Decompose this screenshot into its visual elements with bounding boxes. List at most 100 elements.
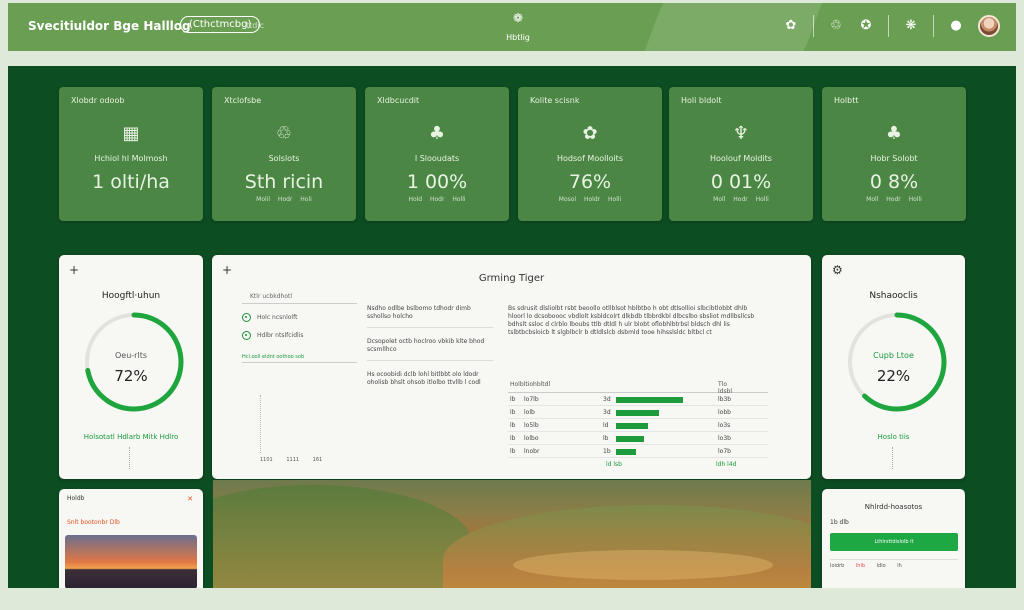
gauge-label: Oeu-rlts <box>115 351 147 360</box>
landscape-image <box>213 480 811 588</box>
settings-icon[interactable]: ❋ <box>903 18 919 34</box>
table-bar <box>616 449 636 455</box>
description-column: Nsdho odlbe bslbomo tdhodr dimb sshollso… <box>367 305 493 387</box>
help-icon[interactable]: ● <box>948 18 964 34</box>
stat-title: Xlobdr odoob <box>71 96 125 105</box>
data-table: Holbltiohbltdl Tlo ldsbl lb lo7lb 3d lb3b lb… <box>508 377 768 470</box>
flower-icon: ❁ <box>512 11 524 25</box>
stat-label: Hchiol hl Molmosh <box>94 154 168 163</box>
app-brand[interactable]: Svecitiuldor Bge Halllog <box>28 19 191 33</box>
stat-label: Hoolouf Moldits <box>710 154 772 163</box>
stat-value: 76% <box>568 171 612 193</box>
text-block: Nsdho odlbe bslbomo tdhodr dimb sshollso… <box>367 305 493 328</box>
user-avatar[interactable] <box>978 15 1000 37</box>
table-footer: ld lsb ldh l4d <box>606 461 737 468</box>
table-row[interactable]: lb lnobr 1b lo7b <box>508 445 768 458</box>
mini-chart-ticks: 1101 1111 161 <box>260 457 323 463</box>
stat-title: Holbtt <box>834 96 859 105</box>
gauge-ring <box>84 312 184 412</box>
stat-label: I Slooudats <box>414 154 460 163</box>
stat-title: Xldbcucdit <box>377 96 420 105</box>
globe-icon[interactable]: ✪ <box>858 18 874 34</box>
radio-icon[interactable] <box>242 313 251 322</box>
gauge-card-right: ⚙ Nshaooclis Cupb Ltoe 22% Hoslo tiis <box>822 255 965 479</box>
gauge-link[interactable]: Holsotatl Hdlarb Mitk Hdlro <box>59 433 203 441</box>
gauge-title: Hoogftl·uhun <box>101 291 161 301</box>
stat-title: Xtclofsbe <box>224 96 262 105</box>
stat-value: Sth ricin <box>244 171 324 193</box>
gauge-title: Nshaooclis <box>869 291 918 301</box>
notifications-title: Nhlrdd-hoasotos <box>864 503 923 511</box>
stat-card[interactable]: Xtclofsbe ♲ Solslots Sth ricin Molil Hod… <box>212 87 356 221</box>
axis <box>260 395 261 453</box>
options-list: Ktlr ucbkdhotl Holc ncsnlolft Hdlbr ntsl… <box>242 293 357 363</box>
table-bar <box>616 410 660 416</box>
stat-title: Holi bldolt <box>681 96 722 105</box>
table-row[interactable]: lb lolb 3d lobb <box>508 406 768 419</box>
stat-card[interactable]: Xldbcucdit ♣ I Slooudats 1 00% Hold Hodr… <box>365 87 509 221</box>
table-bar <box>616 423 648 429</box>
settings-icon[interactable]: ⚙ <box>832 263 843 277</box>
gauge-label: Cupb Ltoe <box>873 351 914 360</box>
center-nav-item[interactable]: ❁ Hbtlig <box>478 11 558 44</box>
divider <box>129 447 130 469</box>
stat-card[interactable]: Kolite scisnk ✿ Hodsof Moolloits 76% Mos… <box>518 87 662 221</box>
list-subheader: Hcl.ooll eldnt oothoo sob <box>242 354 357 363</box>
stat-value: 0 01% <box>710 171 772 193</box>
table-body: lb lo7lb 3d lb3b lb lolb 3d lobb lb lo5lb ld lo3s lb… <box>508 393 768 458</box>
stat-footer: Moll Hodr Holli <box>713 196 769 203</box>
stat-card[interactable]: Holi bldolt ♆ Hoolouf Moldits 0 01% Moll… <box>669 87 813 221</box>
card-title: Grming Tiger <box>478 273 545 284</box>
table-header: Holbltiohbltdl Tlo ldsbl <box>508 377 768 395</box>
divider <box>830 559 958 560</box>
gauge-card-left: + Hoogftl·uhun Oeu-rlts 72% Holsotatl Hd… <box>59 255 203 479</box>
sunset-image <box>65 535 197 588</box>
divider <box>888 15 889 37</box>
radio-icon[interactable] <box>242 331 251 340</box>
divider <box>892 447 893 469</box>
gauge-value: 22% <box>876 367 911 385</box>
notifications-count: 1b dlb <box>830 519 849 526</box>
divider <box>933 15 934 37</box>
stat-title: Kolite scisnk <box>530 96 580 105</box>
building-icon: ▦ <box>122 123 140 144</box>
brand-pill-subtext: ttdic <box>246 21 264 30</box>
divider <box>813 15 814 37</box>
close-icon[interactable]: ✕ <box>187 495 193 503</box>
add-icon[interactable]: + <box>69 263 79 277</box>
recycle-icon[interactable]: ♲ <box>828 18 844 34</box>
flower-icon: ✿ <box>582 123 598 144</box>
gauge-ring <box>847 312 947 412</box>
list-item[interactable]: Holc ncsnlolft <box>242 313 357 322</box>
mini-chart: 1101 1111 161 <box>260 395 345 463</box>
stat-value: 0 8% <box>869 171 919 193</box>
photo-card-subtitle: Snlt bootonbr Dlb <box>67 519 120 526</box>
stat-card[interactable]: Holbtt ♣ Hobr Solobt 0 8% Moll Hodr Holl… <box>822 87 966 221</box>
photo-card-title: Holdb <box>67 495 85 502</box>
notifications-card: Nhlrdd-hoasotos 1b dlb Lthlrsttdislolb l… <box>822 489 965 588</box>
plant-icon: ♆ <box>732 123 750 144</box>
gear-icon[interactable]: ✿ <box>783 18 799 34</box>
table-row[interactable]: lb lo7lb 3d lb3b <box>508 393 768 406</box>
stat-label: Solslots <box>268 154 300 163</box>
text-block: Dcsopolet octb hoclroo vbkib klte bhod s… <box>367 338 493 361</box>
text-block: Hs ocoobidi dclb lohl bitlbbt olo ldodr … <box>367 371 481 386</box>
table-row[interactable]: lb lo5lb ld lo3s <box>508 419 768 432</box>
list-header: Ktlr ucbkdhotl <box>242 293 357 304</box>
dashboard-panel: Xlobdr odoob ▦ Hchiol hl Molmosh 1 olti/… <box>8 66 1016 588</box>
gauge-value: 72% <box>114 367 148 385</box>
table-bar <box>616 397 683 403</box>
stat-value: 1 00% <box>406 171 468 193</box>
photo-card[interactable]: Holdb ✕ Snlt bootonbr Dlb <box>59 489 203 588</box>
stat-footer: Moll Hodr Holli <box>866 196 922 203</box>
details-text: Bs sdrusit dlsliolbt rsbt beoollo otllbl… <box>508 305 755 336</box>
top-bar-actions: ✿ ♲ ✪ ❋ ● <box>783 15 1000 37</box>
center-nav-label: Hbtlig <box>506 33 530 42</box>
stat-footer: Molil Hodr Holi <box>256 196 312 203</box>
list-item[interactable]: Hdlbr ntslfcidlis <box>242 331 357 340</box>
leaf-icon: ♣ <box>885 123 903 144</box>
gauge-link[interactable]: Hoslo tiis <box>822 433 965 441</box>
stat-card[interactable]: Xlobdr odoob ▦ Hchiol hl Molmosh 1 olti/… <box>59 87 203 221</box>
table-row[interactable]: lb lolbo lb lo3b <box>508 432 768 445</box>
notifications-action-button[interactable]: Lthlrsttdislolb lt <box>830 533 958 551</box>
